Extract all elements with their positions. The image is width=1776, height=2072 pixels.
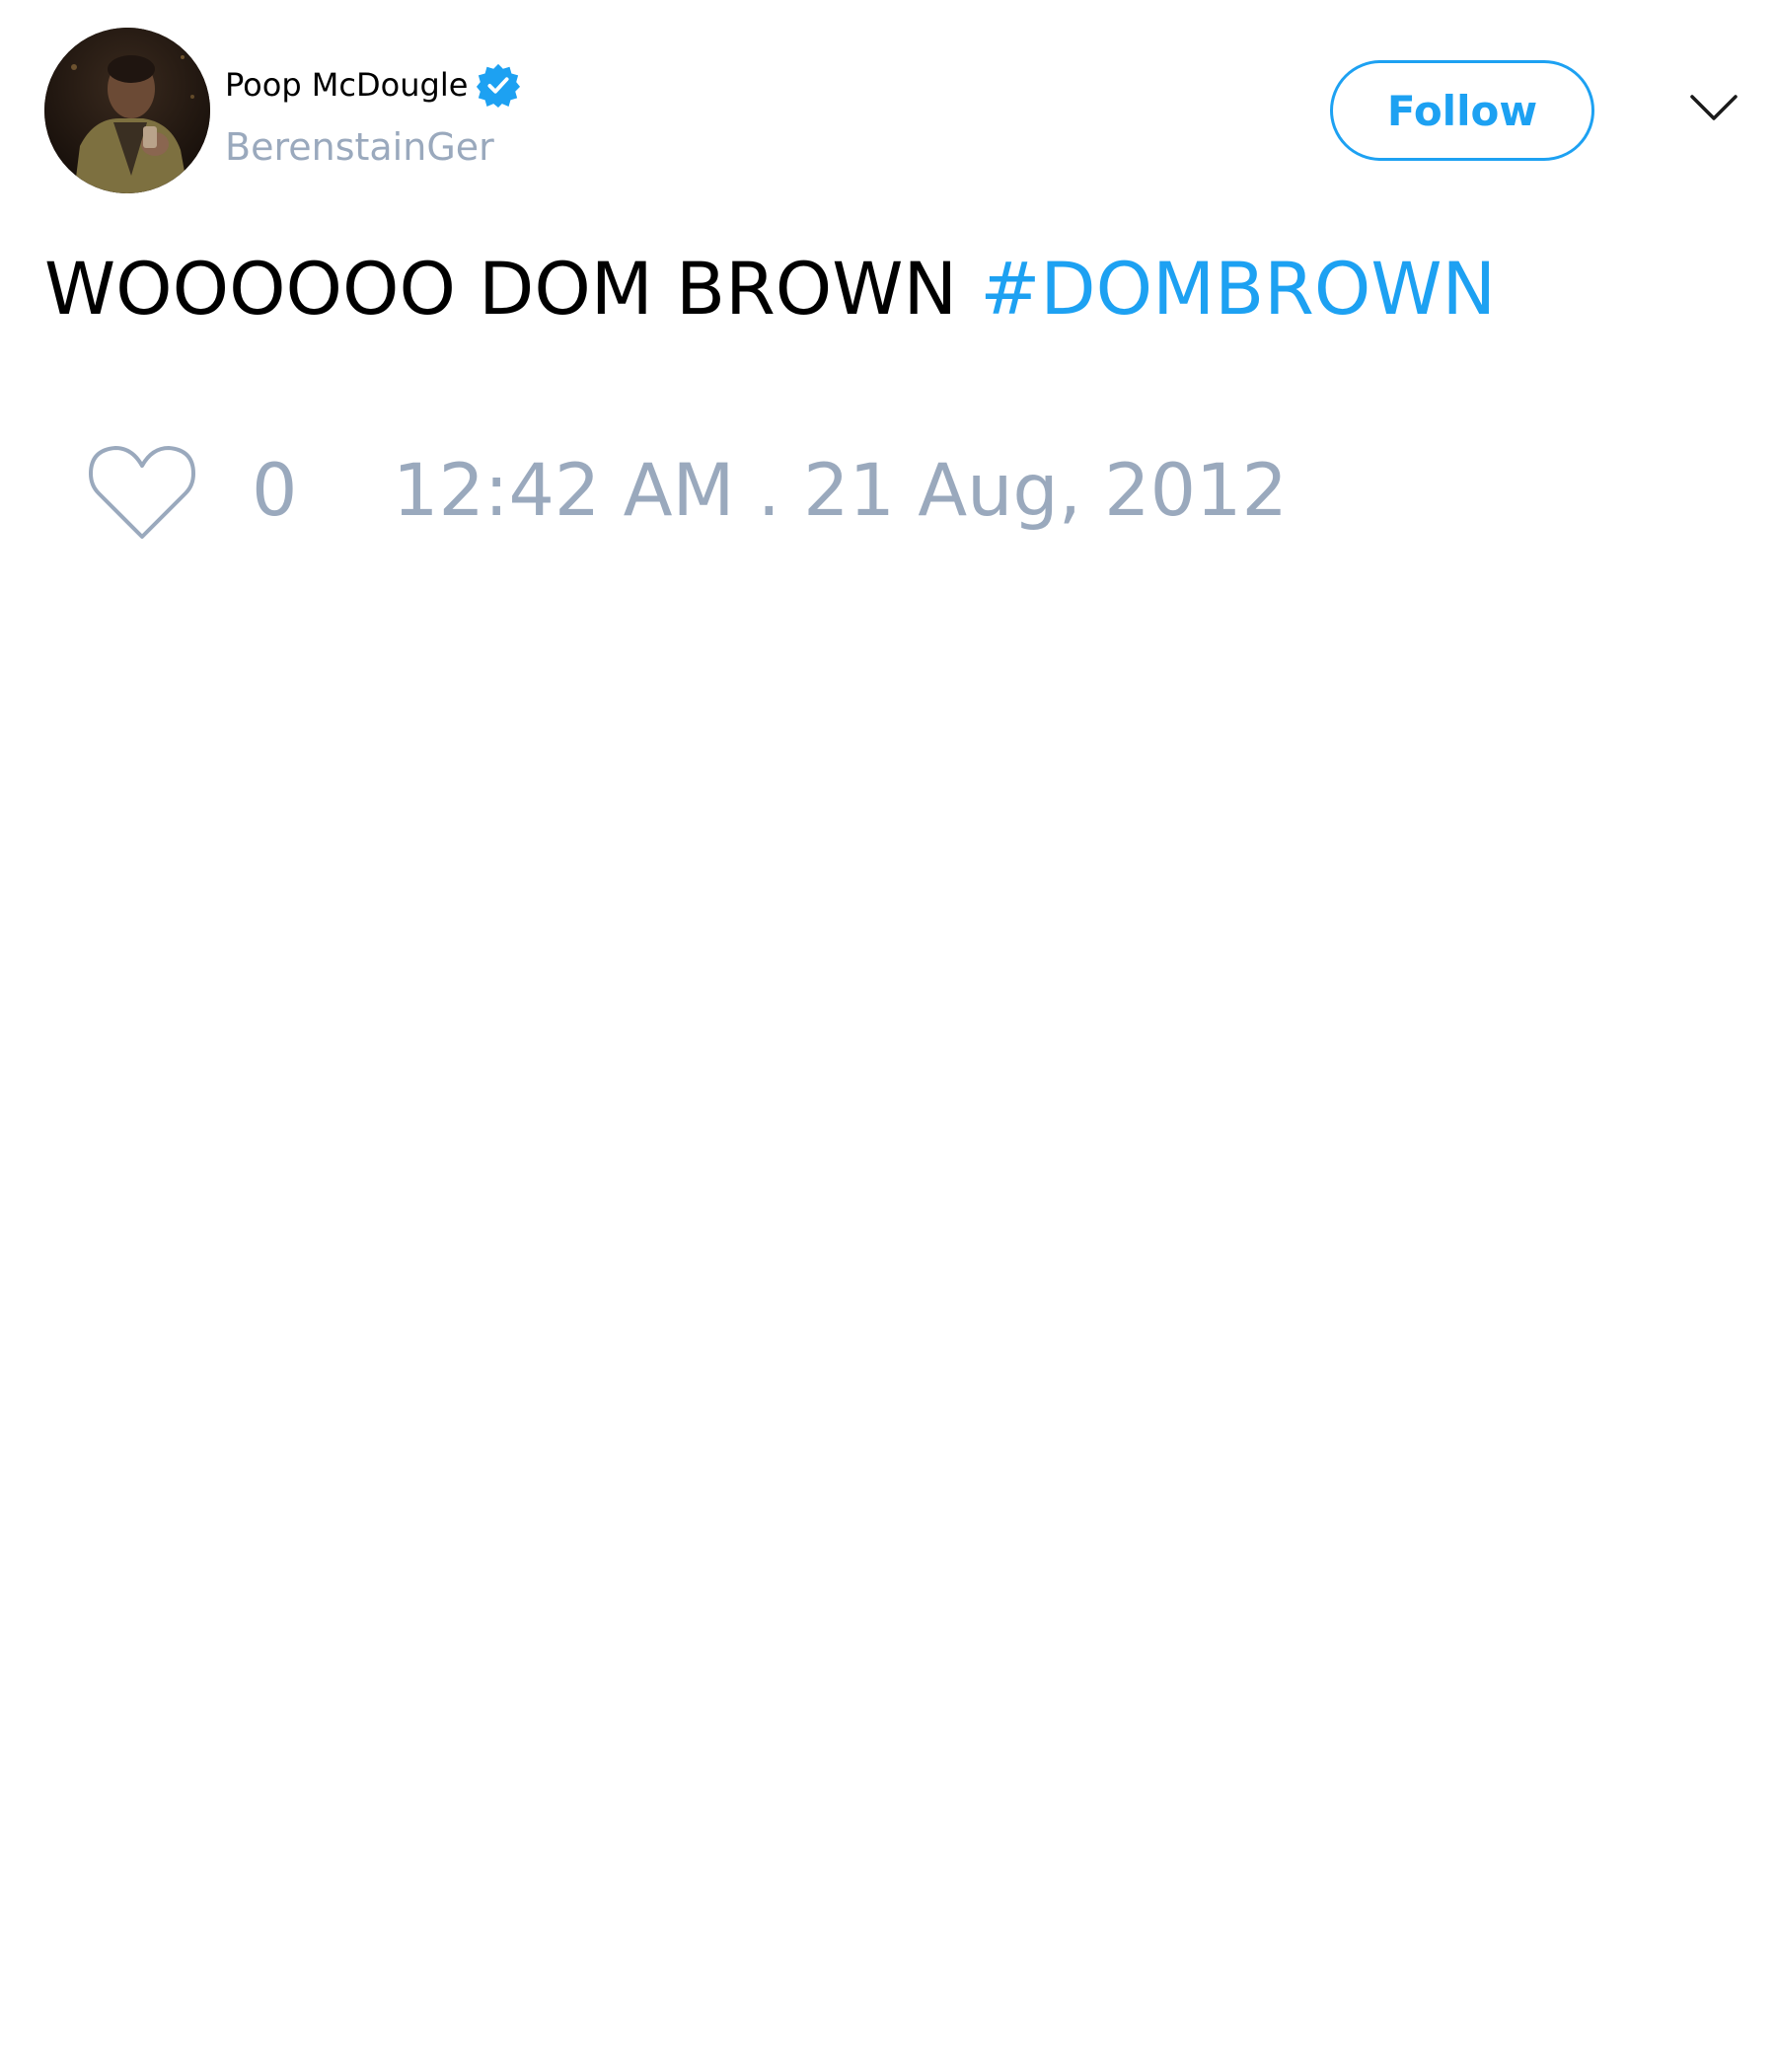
avatar-photo (44, 28, 210, 193)
user-handle[interactable]: BerenstainGer (225, 128, 494, 166)
heart-icon[interactable] (89, 444, 195, 543)
chevron-down-icon[interactable] (1689, 91, 1739, 126)
follow-button[interactable]: Follow (1330, 60, 1594, 161)
verified-badge-icon (476, 62, 521, 108)
tweet-text: WOOOOOO DOM BROWN #DOMBROWN (44, 247, 1496, 333)
hashtag-link[interactable]: #DOMBROWN (980, 248, 1496, 332)
avatar[interactable] (44, 28, 210, 193)
tweet-body-text: WOOOOOO DOM BROWN (44, 248, 981, 332)
like-count: 0 (252, 449, 298, 533)
display-name[interactable]: Poop McDougle (225, 69, 468, 101)
timestamp[interactable]: 12:42 AM . 21 Aug, 2012 (393, 451, 1288, 531)
display-name-row: Poop McDougle (225, 57, 521, 112)
